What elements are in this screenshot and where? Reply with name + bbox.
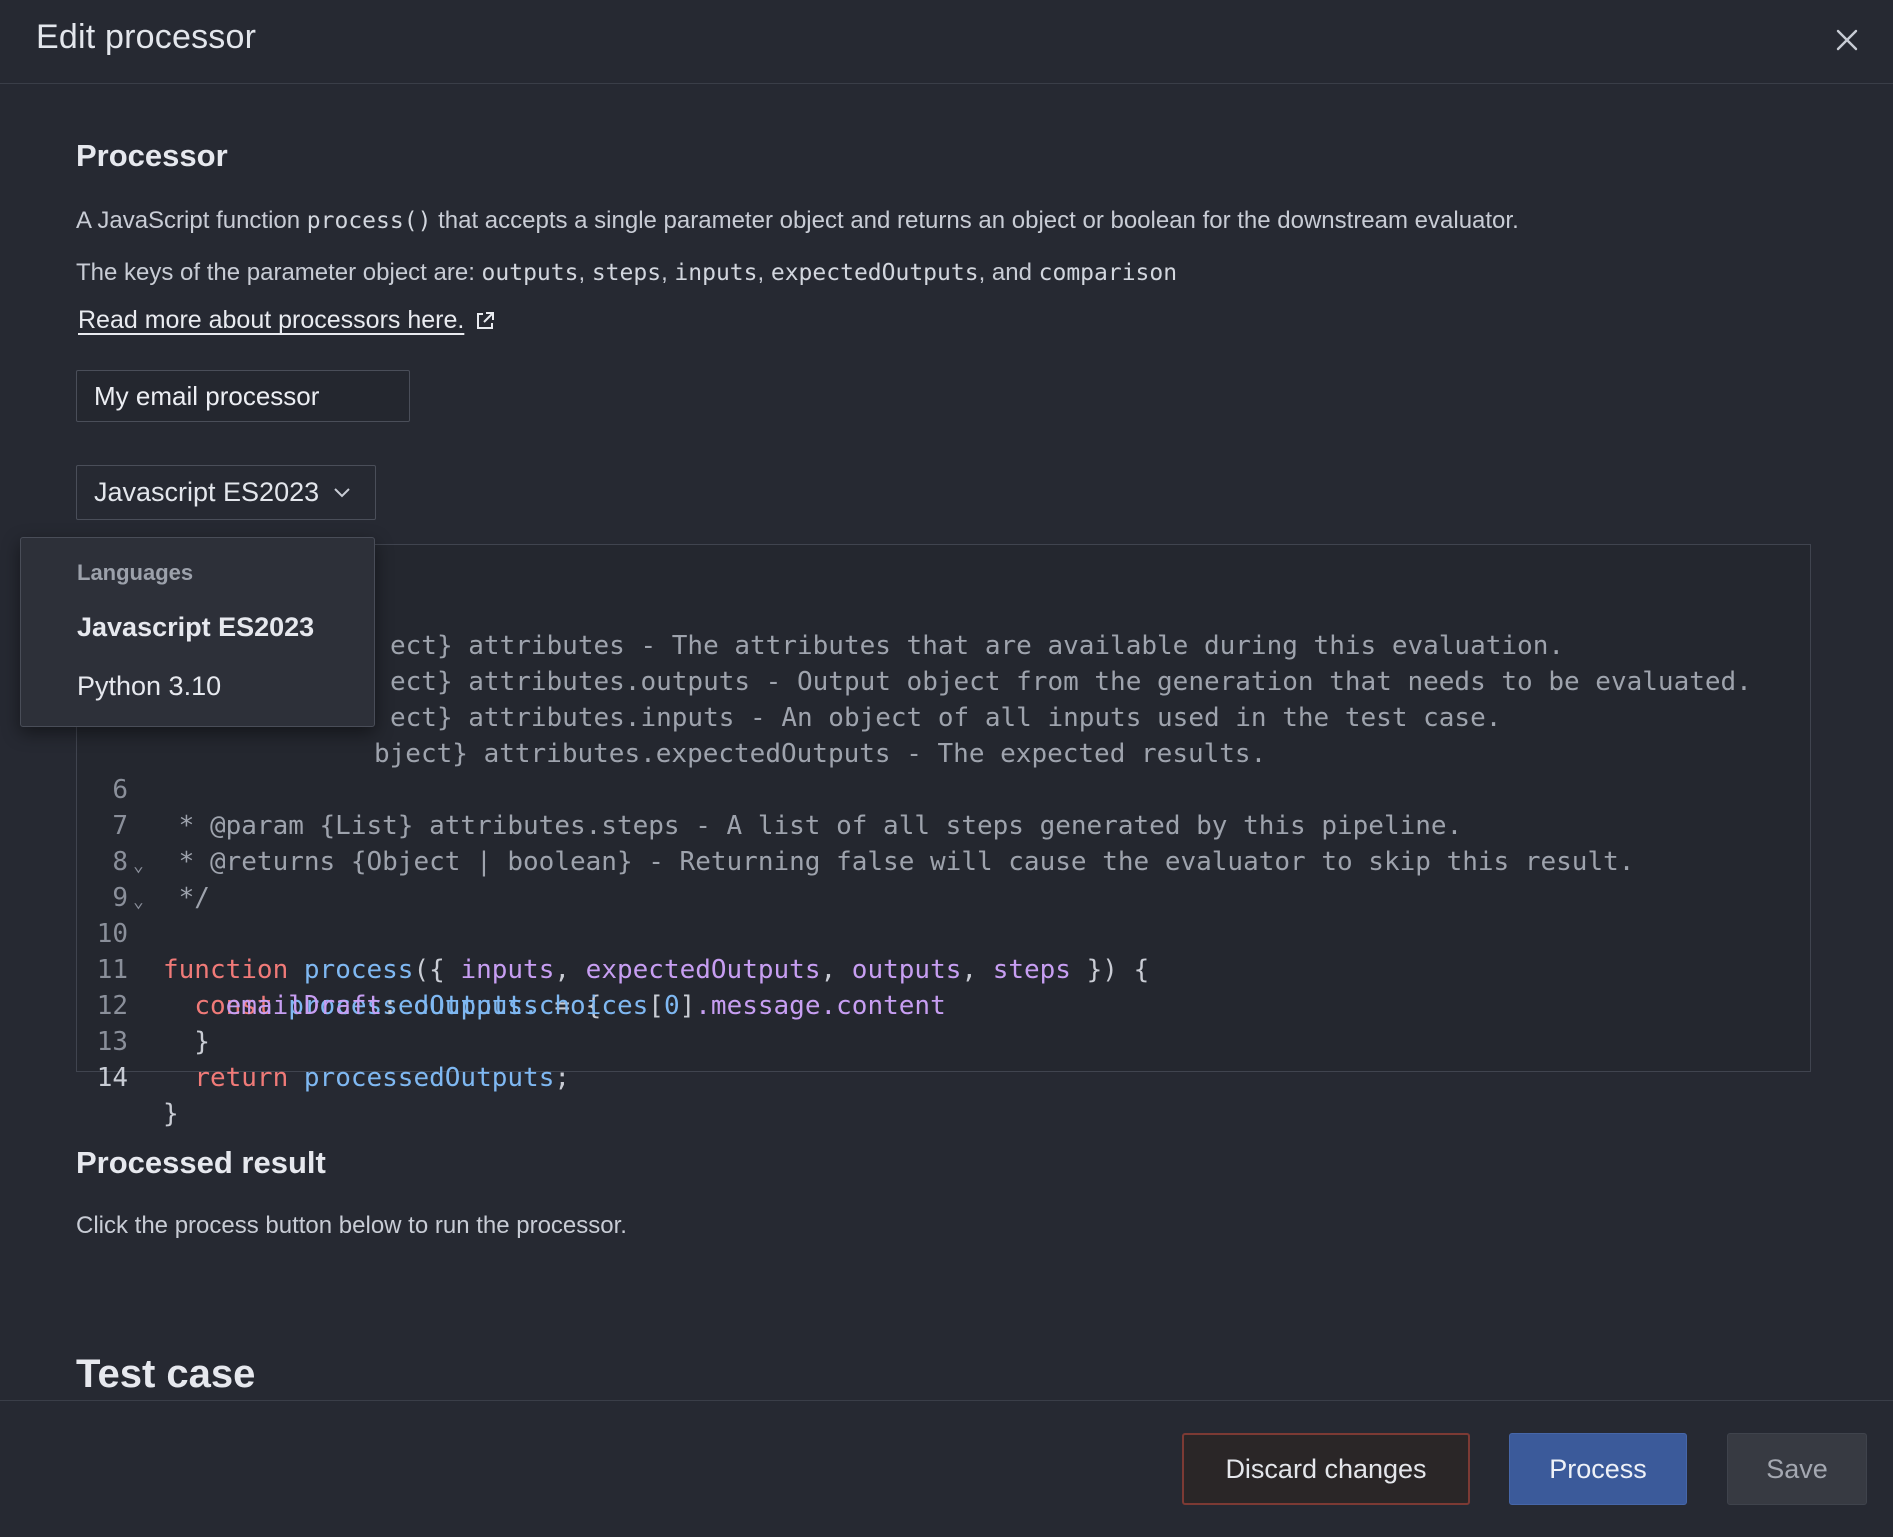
key-outputs: outputs	[481, 260, 579, 286]
save-button[interactable]: Save	[1727, 1433, 1867, 1505]
desc1-post-text: that accepts a single parameter object a…	[431, 207, 1519, 234]
code-line: 9 ⌄ function process({ inputs, expectedO…	[83, 844, 1149, 985]
processor-heading: Processor	[76, 138, 228, 173]
code-text: }	[163, 1099, 179, 1129]
key-inputs: inputs	[674, 260, 758, 286]
language-option-python[interactable]: Python 3.10	[77, 671, 221, 702]
code-line: 10 ⌄ const processedOutputs = {	[83, 880, 602, 1021]
property-name: emailDraft	[225, 991, 383, 1021]
processor-description-2: The keys of the parameter object are: ou…	[76, 259, 1177, 287]
languages-label: Languages	[77, 560, 194, 585]
external-link-icon	[477, 311, 495, 329]
process-fn-code: process()	[306, 208, 432, 234]
variable-name: processedOutputs	[303, 1063, 555, 1093]
dialog-footer: Discard changes Process Save	[0, 1400, 1893, 1537]
edit-processor-dialog: Edit processor Processor A JavaScript fu…	[0, 0, 1893, 1537]
desc2-pre-text: The keys of the parameter object are:	[76, 259, 482, 286]
keyword: function	[163, 955, 289, 985]
code-text: function process({ inputs, expectedOutpu…	[163, 955, 1150, 985]
separator: ,	[578, 259, 592, 286]
language-dropdown-menu: Languages Javascript ES2023 Python 3.10	[20, 537, 375, 727]
close-icon	[1836, 29, 1858, 51]
separator: ,	[661, 259, 675, 286]
discard-changes-button[interactable]: Discard changes	[1182, 1433, 1470, 1505]
function-name: process	[303, 955, 414, 985]
index: 0	[663, 991, 680, 1021]
param: outputs	[851, 955, 962, 985]
desc1-pre-text: A JavaScript function	[76, 207, 307, 234]
code-line: 11 emailDraft: outputs.choices[0].messag…	[83, 916, 946, 1021]
language-select-value: Javascript ES2023	[94, 477, 320, 507]
code-line: 14 }	[83, 1024, 179, 1129]
code-text: ect} attributes - The attributes that ar…	[390, 631, 1564, 661]
key-comparison: comparison	[1038, 260, 1178, 286]
separator: , and	[978, 259, 1039, 286]
code-text: * @returns {Object | boolean} - Returnin…	[163, 847, 1635, 877]
key-expected-outputs: expectedOutputs	[770, 260, 979, 286]
code-text: ect} attributes.outputs - Output object …	[390, 667, 1752, 697]
code-text: ect} attributes.inputs - An object of al…	[390, 703, 1502, 733]
close-button[interactable]	[1829, 22, 1865, 58]
processed-result-heading: Processed result	[76, 1145, 326, 1180]
code-line: 8 */	[83, 808, 210, 913]
keyword: return	[194, 1063, 289, 1093]
separator: ,	[757, 259, 771, 286]
code-line: 13 return processedOutputs;	[83, 988, 570, 1093]
code-line: 6 * @param {List} attributes.steps - A l…	[83, 736, 1462, 841]
dialog-header: Edit processor	[0, 0, 1893, 84]
param: expectedOutputs	[585, 955, 821, 985]
code-line: 12 }	[83, 952, 210, 1057]
expression: outputs.choices	[413, 991, 649, 1021]
link-text: Read more about processors here.	[78, 306, 465, 334]
fold-chevron-icon[interactable]: ⌄	[133, 884, 144, 920]
processor-description-1: A JavaScript function process() that acc…	[76, 207, 1519, 235]
code-punctuation: }) {	[1070, 955, 1150, 985]
process-button[interactable]: Process	[1509, 1433, 1687, 1505]
processor-name-input[interactable]	[76, 370, 410, 422]
code-punctuation: ;	[554, 1063, 570, 1093]
code-text: bject} attributes.expectedOutputs - The …	[374, 739, 1267, 769]
language-option-javascript[interactable]: Javascript ES2023	[77, 612, 314, 643]
expression: .message.content	[695, 991, 946, 1021]
processors-docs-link[interactable]: Read more about processors here.	[78, 306, 496, 335]
code-line: 7 * @returns {Object | boolean} - Return…	[83, 772, 1634, 877]
dialog-title: Edit processor	[36, 18, 257, 56]
line-number: 14	[96, 1063, 128, 1093]
code-text: return processedOutputs;	[163, 1060, 570, 1096]
param: inputs	[460, 955, 555, 985]
chevron-down-icon	[334, 487, 350, 497]
processed-result-hint: Click the process button below to run th…	[76, 1212, 627, 1239]
test-case-heading: Test case	[76, 1352, 256, 1396]
code-text: * @param {List} attributes.steps - A lis…	[163, 811, 1463, 841]
code-text: emailDraft: outputs.choices[0].message.c…	[225, 991, 946, 1021]
fold-chevron-icon[interactable]: ⌄	[133, 848, 144, 884]
key-steps: steps	[591, 260, 662, 286]
param: steps	[992, 955, 1071, 985]
language-select[interactable]: Javascript ES2023	[76, 465, 376, 520]
